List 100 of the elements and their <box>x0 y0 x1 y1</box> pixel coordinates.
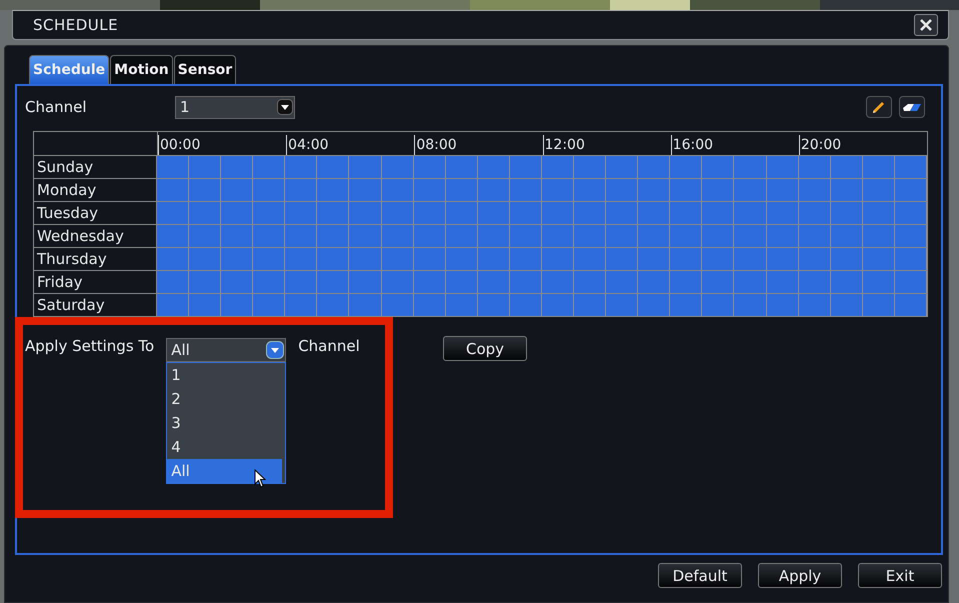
hour-cell[interactable] <box>702 202 734 224</box>
hour-cell[interactable] <box>253 225 286 247</box>
hour-cell[interactable] <box>382 248 414 270</box>
tab[interactable]: Sensor <box>174 55 236 84</box>
hour-cell[interactable] <box>574 156 606 178</box>
hour-cell[interactable] <box>670 225 702 247</box>
hour-cell[interactable] <box>221 294 254 316</box>
hour-cell[interactable] <box>638 271 670 293</box>
hour-cell[interactable] <box>702 179 734 201</box>
hour-cell[interactable] <box>221 271 254 293</box>
hour-cell[interactable] <box>798 156 831 178</box>
hour-cell[interactable] <box>606 248 638 270</box>
hour-cell[interactable] <box>285 294 318 316</box>
hour-cell[interactable] <box>670 156 702 178</box>
hour-cell[interactable] <box>766 271 799 293</box>
hour-cell[interactable] <box>478 271 510 293</box>
hour-cell[interactable] <box>221 248 254 270</box>
hour-cell[interactable] <box>638 225 670 247</box>
hour-cell[interactable] <box>830 156 863 178</box>
hour-cell[interactable] <box>382 202 414 224</box>
hour-cell[interactable] <box>253 156 286 178</box>
hour-cell[interactable] <box>734 156 767 178</box>
dropdown-option[interactable]: 1 <box>167 363 286 387</box>
hour-cell[interactable] <box>382 271 414 293</box>
dropdown-option[interactable]: 3 <box>167 411 286 435</box>
hour-cell[interactable] <box>349 225 382 247</box>
hour-cell[interactable] <box>478 248 510 270</box>
hour-cell[interactable] <box>574 294 606 316</box>
hour-cell[interactable] <box>382 225 414 247</box>
hour-cell[interactable] <box>670 179 702 201</box>
hour-cell[interactable] <box>894 179 927 201</box>
hour-cell[interactable] <box>574 179 606 201</box>
hour-cell[interactable] <box>382 294 414 316</box>
hour-cell[interactable] <box>317 156 350 178</box>
hour-cell[interactable] <box>734 202 767 224</box>
hour-cell[interactable] <box>414 202 446 224</box>
hour-cell[interactable] <box>285 202 318 224</box>
hour-cell[interactable] <box>317 179 350 201</box>
hour-cell[interactable] <box>862 225 895 247</box>
hour-cell[interactable] <box>798 202 831 224</box>
hour-cell[interactable] <box>253 179 286 201</box>
hour-cell[interactable] <box>702 156 734 178</box>
hour-cell[interactable] <box>189 294 222 316</box>
hour-cell[interactable] <box>862 271 895 293</box>
hour-cell[interactable] <box>862 202 895 224</box>
hour-cell[interactable] <box>798 179 831 201</box>
hour-cell[interactable] <box>862 179 895 201</box>
hour-cell[interactable] <box>830 294 863 316</box>
hour-cell[interactable] <box>894 294 927 316</box>
hour-cell[interactable] <box>766 179 799 201</box>
hour-cell[interactable] <box>670 294 702 316</box>
dropdown-option[interactable]: All <box>167 459 282 483</box>
hour-cell[interactable] <box>285 271 318 293</box>
hour-cell[interactable] <box>157 248 190 270</box>
tab[interactable]: Motion <box>110 55 173 84</box>
hour-cell[interactable] <box>317 248 350 270</box>
hour-cell[interactable] <box>862 294 895 316</box>
hour-cell[interactable] <box>862 156 895 178</box>
hour-cell[interactable] <box>670 202 702 224</box>
hour-cell[interactable] <box>574 271 606 293</box>
hour-cell[interactable] <box>670 271 702 293</box>
hour-cell[interactable] <box>189 202 222 224</box>
hour-cell[interactable] <box>510 248 542 270</box>
hour-cell[interactable] <box>542 156 574 178</box>
hour-cell[interactable] <box>382 179 414 201</box>
dialog-button[interactable]: Apply <box>758 563 842 588</box>
hour-cell[interactable] <box>542 294 574 316</box>
hour-cell[interactable] <box>478 156 510 178</box>
hour-cell[interactable] <box>510 271 542 293</box>
hour-cell[interactable] <box>510 156 542 178</box>
hour-cell[interactable] <box>478 202 510 224</box>
hour-cell[interactable] <box>478 179 510 201</box>
dropdown-option[interactable]: 4 <box>167 435 286 459</box>
hour-cell[interactable] <box>221 225 254 247</box>
hour-cell[interactable] <box>766 156 799 178</box>
hour-cell[interactable] <box>830 202 863 224</box>
dialog-button[interactable]: Exit <box>858 563 942 588</box>
hour-cell[interactable] <box>349 202 382 224</box>
hour-cell[interactable] <box>734 225 767 247</box>
eraser-button[interactable] <box>899 96 925 118</box>
hour-cell[interactable] <box>606 294 638 316</box>
hour-cell[interactable] <box>606 156 638 178</box>
hour-cell[interactable] <box>253 248 286 270</box>
hour-cell[interactable] <box>702 248 734 270</box>
hour-cell[interactable] <box>542 248 574 270</box>
hour-cell[interactable] <box>349 179 382 201</box>
hour-cell[interactable] <box>446 179 478 201</box>
hour-cell[interactable] <box>189 225 222 247</box>
hour-cell[interactable] <box>317 271 350 293</box>
hour-cell[interactable] <box>285 179 318 201</box>
hour-cell[interactable] <box>862 248 895 270</box>
hour-cell[interactable] <box>894 248 927 270</box>
close-button[interactable] <box>914 14 938 36</box>
hour-cell[interactable] <box>414 156 446 178</box>
hour-cell[interactable] <box>830 225 863 247</box>
hour-cell[interactable] <box>830 179 863 201</box>
hour-cell[interactable] <box>542 225 574 247</box>
hour-cell[interactable] <box>894 202 927 224</box>
hour-cell[interactable] <box>638 179 670 201</box>
hour-cell[interactable] <box>510 294 542 316</box>
